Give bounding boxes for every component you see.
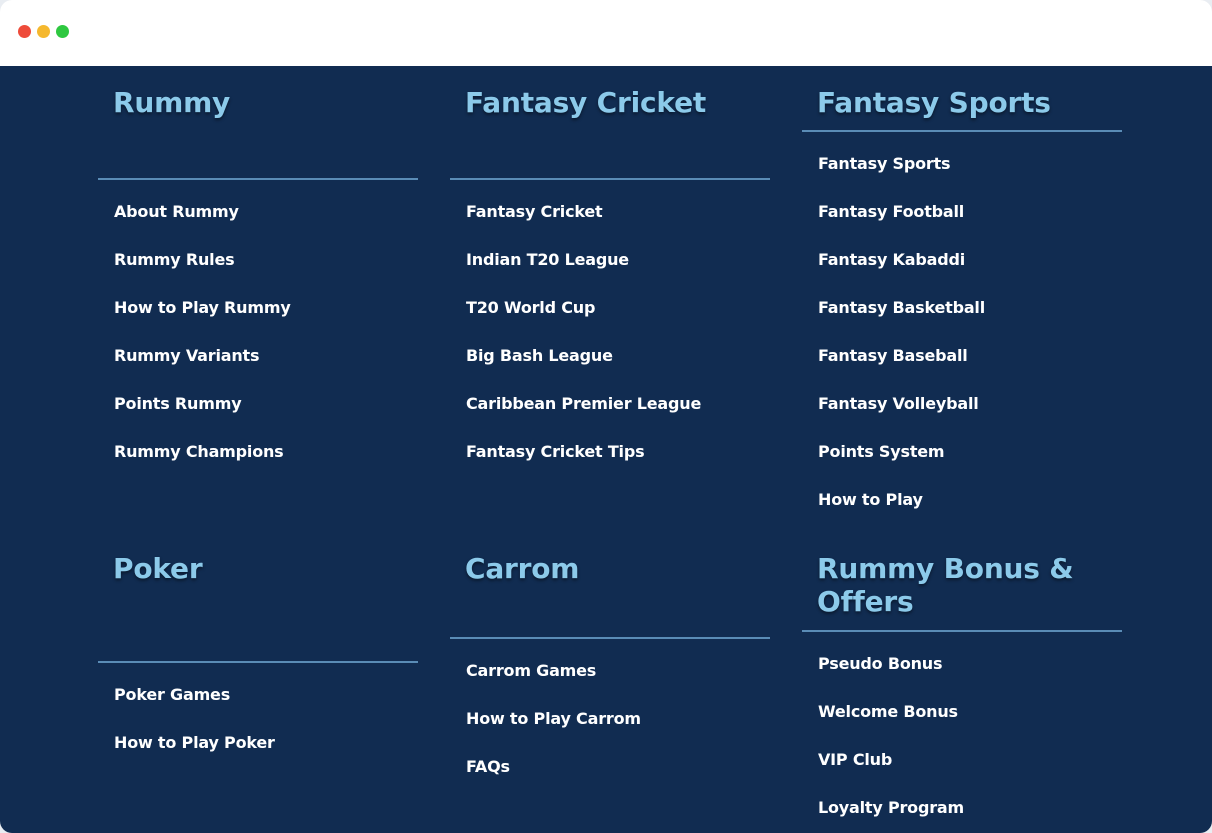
link-list: Pseudo Bonus Welcome Bonus VIP Club Loya… [818, 654, 964, 833]
list-item: Fantasy Football [818, 202, 985, 250]
link-faqs[interactable]: FAQs [466, 757, 510, 776]
link-how-to-play-poker[interactable]: How to Play Poker [114, 733, 275, 752]
link-list: About Rummy Rummy Rules How to Play Rumm… [114, 202, 291, 490]
link-vip-club[interactable]: VIP Club [818, 750, 892, 769]
link-fantasy-baseball[interactable]: Fantasy Baseball [818, 346, 968, 365]
link-indian-t20-league[interactable]: Indian T20 League [466, 250, 629, 269]
link-fantasy-sports[interactable]: Fantasy Sports [818, 154, 951, 173]
list-item: T20 World Cup [466, 298, 701, 346]
window-titlebar [0, 0, 1212, 66]
link-list: Carrom Games How to Play Carrom FAQs [466, 661, 641, 805]
link-how-to-play-rummy[interactable]: How to Play Rummy [114, 298, 291, 317]
link-list: Poker Games How to Play Poker [114, 685, 275, 781]
list-item: Rummy Champions [114, 442, 291, 490]
list-item: How to Play Carrom [466, 709, 641, 757]
list-item: Carrom Games [466, 661, 641, 709]
link-fantasy-volleyball[interactable]: Fantasy Volleyball [818, 394, 979, 413]
list-item: Caribbean Premier League [466, 394, 701, 442]
list-item: Fantasy Sports [818, 154, 985, 202]
list-item: Welcome Bonus [818, 702, 964, 750]
link-fantasy-kabaddi[interactable]: Fantasy Kabaddi [818, 250, 965, 269]
link-pseudo-bonus[interactable]: Pseudo Bonus [818, 654, 943, 673]
list-item: FAQs [466, 757, 641, 805]
close-window-button[interactable] [18, 25, 31, 38]
list-item: About Rummy [114, 202, 291, 250]
link-fantasy-football[interactable]: Fantasy Football [818, 202, 964, 221]
section-divider [802, 630, 1122, 632]
link-rummy-champions[interactable]: Rummy Champions [114, 442, 284, 461]
link-points-rummy[interactable]: Points Rummy [114, 394, 242, 413]
list-item: Fantasy Cricket Tips [466, 442, 701, 490]
link-big-bash-league[interactable]: Big Bash League [466, 346, 613, 365]
list-item: Poker Games [114, 685, 275, 733]
link-caribbean-premier-league[interactable]: Caribbean Premier League [466, 394, 701, 413]
link-fantasy-basketball[interactable]: Fantasy Basketball [818, 298, 985, 317]
list-item: Fantasy Basketball [818, 298, 985, 346]
list-item: Fantasy Volleyball [818, 394, 985, 442]
section-heading: Poker [113, 552, 203, 585]
link-fantasy-cricket-tips[interactable]: Fantasy Cricket Tips [466, 442, 645, 461]
browser-window: Rummy About Rummy Rummy Rules How to Pla… [0, 0, 1212, 833]
list-item: Fantasy Baseball [818, 346, 985, 394]
list-item: VIP Club [818, 750, 964, 798]
list-item: Fantasy Kabaddi [818, 250, 985, 298]
footer-links-area: Rummy About Rummy Rummy Rules How to Pla… [0, 66, 1212, 833]
section-divider [450, 178, 770, 180]
link-about-rummy[interactable]: About Rummy [114, 202, 239, 221]
link-list: Fantasy Sports Fantasy Football Fantasy … [818, 154, 985, 538]
link-rummy-variants[interactable]: Rummy Variants [114, 346, 259, 365]
section-heading: Fantasy Sports [817, 86, 1051, 119]
link-how-to-play-carrom[interactable]: How to Play Carrom [466, 709, 641, 728]
link-points-system[interactable]: Points System [818, 442, 945, 461]
list-item: Rummy Variants [114, 346, 291, 394]
link-loyalty-program[interactable]: Loyalty Program [818, 798, 964, 817]
section-divider [98, 661, 418, 663]
list-item: Big Bash League [466, 346, 701, 394]
link-how-to-play[interactable]: How to Play [818, 490, 923, 509]
link-fantasy-cricket[interactable]: Fantasy Cricket [466, 202, 603, 221]
list-item: Loyalty Program [818, 798, 964, 833]
list-item: Points System [818, 442, 985, 490]
section-heading: Fantasy Cricket [465, 86, 707, 119]
list-item: Fantasy Cricket [466, 202, 701, 250]
section-heading: Rummy Bonus & Offers [817, 552, 1074, 618]
section-divider [450, 637, 770, 639]
link-rummy-rules[interactable]: Rummy Rules [114, 250, 235, 269]
section-divider [802, 130, 1122, 132]
list-item: Points Rummy [114, 394, 291, 442]
link-list: Fantasy Cricket Indian T20 League T20 Wo… [466, 202, 701, 490]
list-item: How to Play [818, 490, 985, 538]
minimize-window-button[interactable] [37, 25, 50, 38]
link-t20-world-cup[interactable]: T20 World Cup [466, 298, 595, 317]
list-item: How to Play Poker [114, 733, 275, 781]
list-item: Rummy Rules [114, 250, 291, 298]
section-heading: Carrom [465, 552, 580, 585]
maximize-window-button[interactable] [56, 25, 69, 38]
link-poker-games[interactable]: Poker Games [114, 685, 230, 704]
list-item: Pseudo Bonus [818, 654, 964, 702]
list-item: Indian T20 League [466, 250, 701, 298]
section-divider [98, 178, 418, 180]
list-item: How to Play Rummy [114, 298, 291, 346]
link-carrom-games[interactable]: Carrom Games [466, 661, 596, 680]
section-heading: Rummy [113, 86, 231, 119]
link-welcome-bonus[interactable]: Welcome Bonus [818, 702, 958, 721]
